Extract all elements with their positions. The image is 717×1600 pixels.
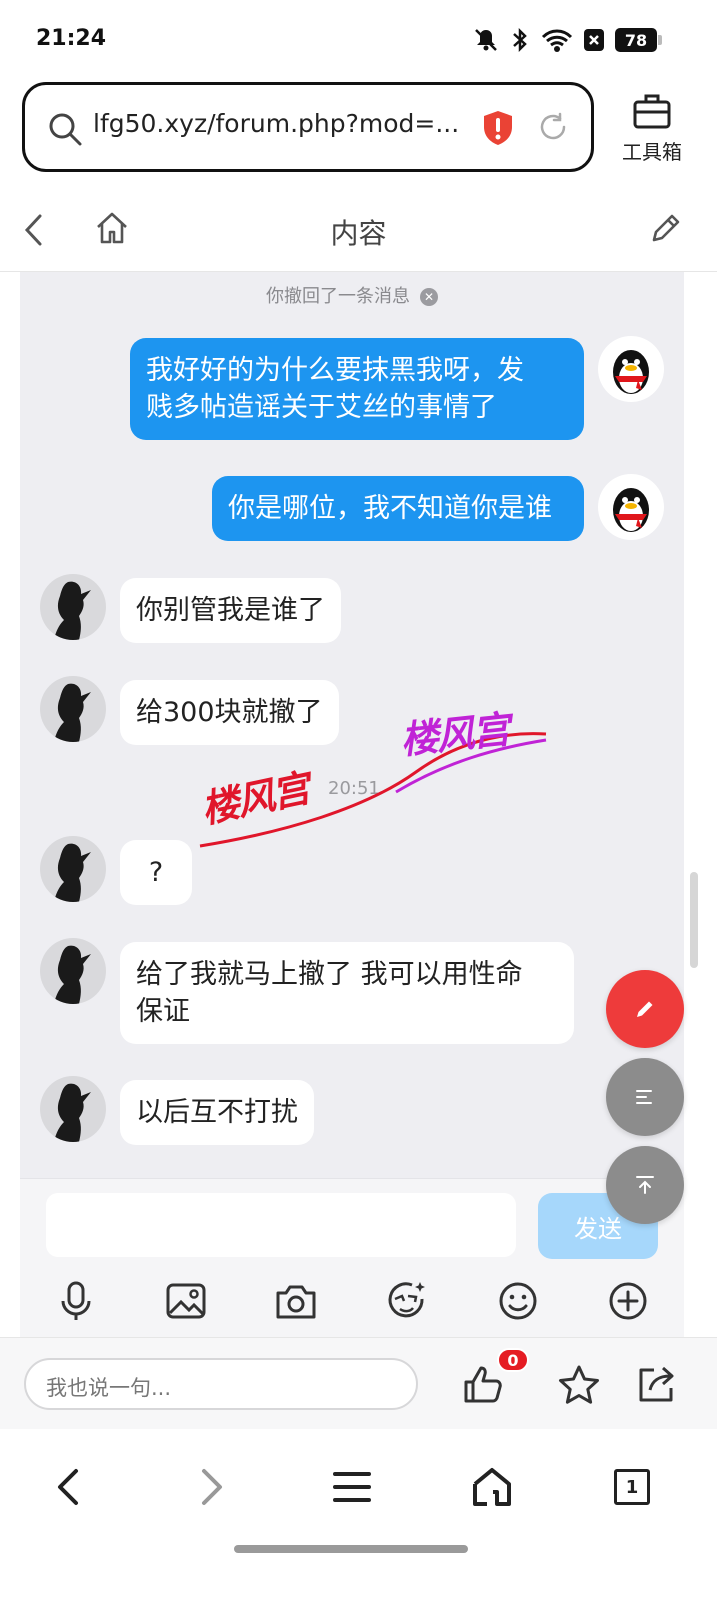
nav-back-button[interactable] — [38, 1457, 98, 1517]
menu-icon — [333, 1472, 371, 1502]
write-post-button[interactable] — [606, 970, 684, 1048]
scroll-to-top-button[interactable] — [606, 1146, 684, 1224]
edit-icon[interactable] — [648, 212, 682, 246]
message-bubble-incoming: 你别管我是谁了 — [120, 578, 341, 643]
message-bubble-incoming: 以后互不打扰 — [120, 1080, 314, 1145]
chat-input-area: 发送 — [20, 1178, 684, 1337]
toolbox-button[interactable]: 工具箱 — [612, 92, 692, 172]
url-text[interactable]: lfg50.xyz/forum.php?mod=... — [93, 109, 459, 138]
comment-input[interactable]: 我也说一句... — [24, 1358, 418, 1410]
comment-bar: 我也说一句... — [0, 1337, 717, 1429]
page-header: 内容 — [0, 190, 717, 272]
recall-notice-text: 你撤回了一条消息 — [266, 286, 410, 307]
avatar-silhouette — [40, 676, 106, 742]
nav-home-button[interactable] — [462, 1457, 522, 1517]
star-icon[interactable] — [558, 1364, 600, 1404]
penguin-icon — [613, 488, 649, 532]
table-of-contents-button[interactable] — [606, 1058, 684, 1136]
bell-muted-icon — [475, 29, 497, 51]
reload-icon[interactable] — [537, 111, 569, 143]
arrow-up-icon — [636, 1176, 654, 1194]
sticker-icon — [388, 1282, 425, 1318]
nav-tabs-button[interactable]: 1 — [602, 1457, 662, 1517]
avatar-penguin — [598, 336, 664, 402]
message-bubble-outgoing: 你是哪位，我不知道你是谁 — [212, 476, 584, 541]
message-bubble-incoming: 给了我就马上撤了 我可以用性命 保证 — [120, 942, 574, 1044]
nav-menu-button[interactable] — [322, 1457, 382, 1517]
silhouette-icon — [54, 843, 91, 902]
penguin-icon — [613, 350, 649, 394]
silhouette-icon — [54, 1083, 91, 1142]
bottom-nav: 1 — [0, 1429, 717, 1600]
forward-arrow-icon — [202, 1469, 222, 1505]
sim-blocked-icon — [584, 29, 604, 51]
message-text: 你是哪位，我不知道你是谁 — [228, 493, 552, 524]
image-icon — [166, 1283, 206, 1319]
list-icon — [636, 1090, 652, 1104]
wifi-icon — [541, 29, 573, 52]
scrollbar-thumb[interactable] — [690, 872, 698, 968]
message-text: 以后互不打扰 — [136, 1097, 298, 1128]
message-bubble-incoming: ? — [120, 840, 192, 905]
bluetooth-icon — [513, 27, 527, 53]
message-text: 我好好的为什么要抹黑我呀，发 — [146, 355, 524, 386]
plus-icon — [609, 1282, 647, 1320]
status-icons: 78 — [473, 26, 662, 54]
message-text: 你别管我是谁了 — [136, 595, 325, 626]
silhouette-icon — [54, 683, 91, 742]
chat-toolbar — [20, 1279, 684, 1329]
avatar-penguin — [598, 474, 664, 540]
message-text: 给了我就马上撤了 我可以用性命 — [136, 959, 523, 990]
watermark-text: 楼风宫 — [398, 707, 511, 763]
camera-icon — [276, 1285, 316, 1319]
tab-count: 1 — [614, 1469, 650, 1505]
search-icon — [49, 113, 82, 146]
back-arrow-icon — [58, 1469, 78, 1505]
home-nav-icon — [473, 1468, 511, 1506]
security-warning-icon[interactable] — [481, 109, 515, 147]
thumbs-up-icon[interactable] — [462, 1364, 506, 1404]
avatar-silhouette — [40, 836, 106, 902]
message-text: 保证 — [136, 996, 190, 1027]
comment-placeholder: 我也说一句... — [46, 1376, 172, 1400]
toolbox-label: 工具箱 — [622, 140, 682, 164]
toolbox-icon — [633, 94, 671, 129]
silhouette-icon — [54, 581, 91, 640]
nav-forward-button[interactable] — [182, 1457, 242, 1517]
message-text: ? — [148, 857, 164, 888]
avatar-silhouette — [40, 574, 106, 640]
emoji-icon — [499, 1282, 537, 1320]
status-bar: 21:24 78 — [0, 0, 717, 76]
battery-indicator: 78 — [615, 28, 662, 52]
share-icon[interactable] — [636, 1364, 678, 1404]
chat-screenshot: 你撤回了一条消息 ✕ 我好好的为什么要抹黑我呀，发 贱多帖造谣关于艾丝的事情了 你… — [20, 272, 684, 1337]
recall-notice: 你撤回了一条消息 ✕ — [20, 282, 684, 308]
page-title: 内容 — [330, 217, 387, 250]
like-count-badge: 0 — [497, 1348, 529, 1372]
status-time: 21:24 — [36, 26, 107, 51]
avatar-silhouette — [40, 1076, 106, 1142]
avatar-silhouette — [40, 938, 106, 1004]
chat-message-input — [46, 1193, 516, 1257]
url-bar[interactable]: lfg50.xyz/forum.php?mod=... — [22, 82, 594, 172]
silhouette-icon — [54, 945, 91, 1004]
home-indicator[interactable] — [234, 1545, 468, 1553]
message-text: 贱多帖造谣关于艾丝的事情了 — [146, 392, 497, 423]
close-icon: ✕ — [420, 288, 438, 306]
pencil-icon — [637, 1001, 653, 1017]
microphone-icon — [61, 1281, 91, 1320]
message-bubble-outgoing: 我好好的为什么要抹黑我呀，发 贱多帖造谣关于艾丝的事情了 — [130, 338, 584, 440]
